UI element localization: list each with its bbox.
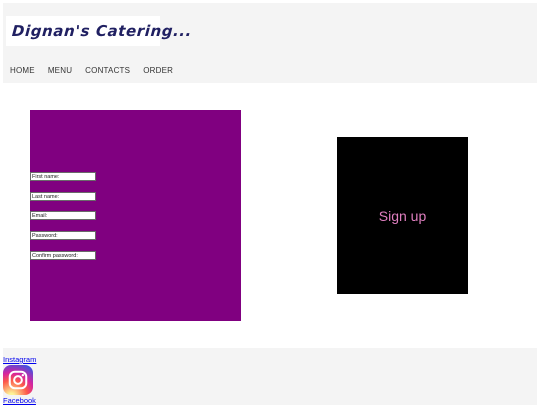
- site-footer: Instagram Facebook: [3, 348, 537, 405]
- logo[interactable]: Dignan's Catering...: [6, 16, 193, 46]
- last-name-field[interactable]: [30, 192, 96, 201]
- logo-text: Dignan's Catering...: [11, 22, 193, 40]
- email-field[interactable]: [30, 211, 96, 220]
- nav-menu[interactable]: MENU: [48, 66, 72, 75]
- main-nav: HOME MENU CONTACTS ORDER: [10, 66, 186, 75]
- facebook-link[interactable]: Facebook: [3, 396, 36, 405]
- nav-order[interactable]: ORDER: [143, 66, 173, 75]
- site-header: Dignan's Catering... HOME MENU CONTACTS …: [3, 3, 537, 83]
- instagram-glyph: [8, 370, 28, 390]
- nav-contacts[interactable]: CONTACTS: [85, 66, 130, 75]
- signup-form-panel: [30, 110, 241, 321]
- instagram-icon[interactable]: [3, 365, 33, 395]
- sign-up-label: Sign up: [378, 207, 427, 224]
- instagram-link[interactable]: Instagram: [3, 355, 36, 364]
- nav-home[interactable]: HOME: [10, 66, 35, 75]
- password-field[interactable]: [30, 231, 96, 240]
- sign-up-button[interactable]: Sign up: [337, 137, 468, 294]
- confirm-password-field[interactable]: [30, 251, 96, 260]
- first-name-field[interactable]: [30, 172, 96, 181]
